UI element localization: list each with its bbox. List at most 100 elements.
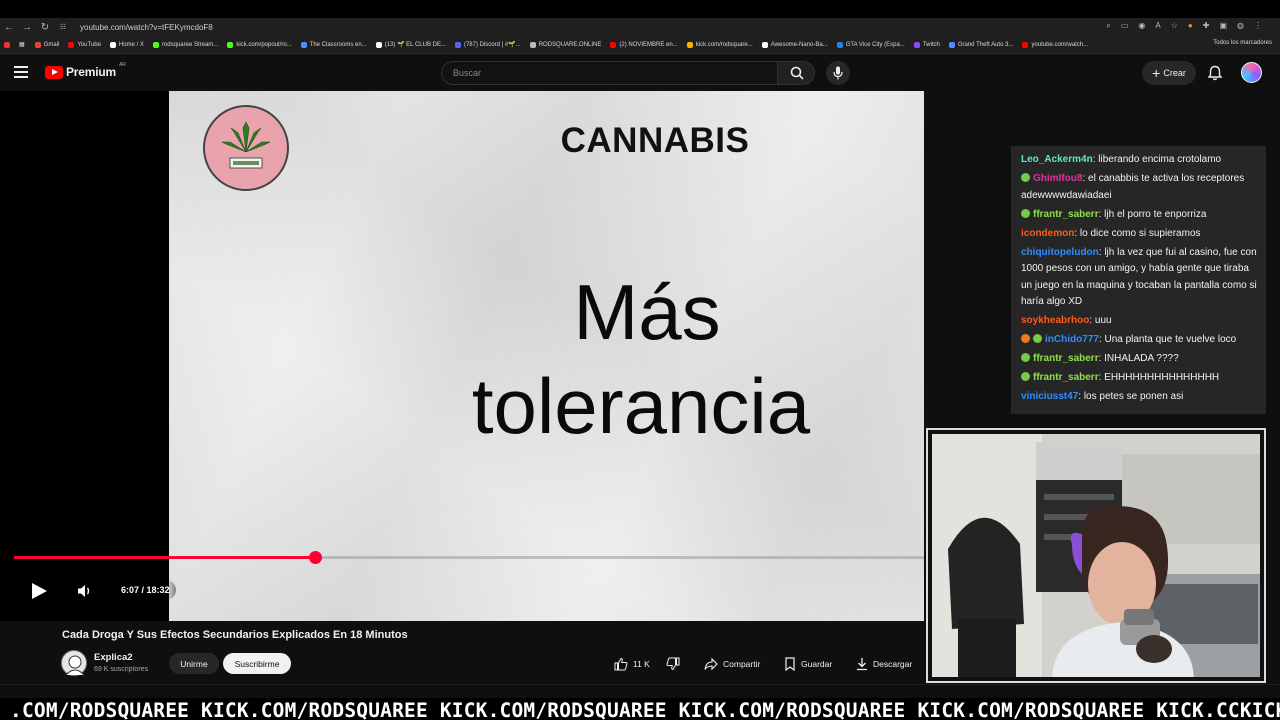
chat-badge-icon [1021,208,1030,218]
chat-text: uuu [1094,315,1112,326]
play-icon[interactable] [30,582,48,600]
reload-icon[interactable]: ↻ [36,18,54,36]
slide-text-line-2: tolerancia [471,362,811,450]
chat-message: ffrantr_saberr: EHHHHHHHHHHHHHHH [1021,370,1258,387]
forward-icon[interactable]: → [18,18,36,36]
all-bookmarks[interactable]: Todos los marcadores [1213,40,1272,46]
bookmark-label: Twitch [922,41,940,48]
search-icon [790,66,804,80]
download-label: Descargar [873,658,913,669]
bookmark-label: (13) 🌱 EL CLUB DE... [384,42,446,48]
progress-fill [14,556,316,559]
bookmark-item[interactable]: (13) 🌱 EL CLUB DE... [375,41,446,48]
browser-toolbar: ← → ↻ ☷ youtube.com/watch?v=tFEKymcdoF8 … [0,18,1280,36]
bookmark-icon [785,656,795,671]
bookmark-favicon-icon [227,41,234,48]
profile-icon[interactable]: ◍ [1237,21,1244,31]
bookmark-item[interactable]: The Classrooms en... [300,41,367,48]
bookmark-favicon-icon [300,41,307,48]
bookmark-item[interactable]: GTA Vice City (Espa... [836,41,905,48]
chat-username: viniciusst47 [1021,391,1079,402]
bookmark-item[interactable]: Twitch [913,41,940,48]
bookmark-item[interactable]: (787) Discord | #🌱... [454,41,521,48]
bookmark-label: Grand Theft Auto 3... [957,41,1014,48]
volume-icon[interactable] [77,583,93,599]
subscribe-button[interactable]: Suscribirme [223,653,291,674]
join-button[interactable]: Unirme [169,653,219,674]
bookmark-item[interactable]: Awesome-Nano-Ba... [761,41,828,48]
dislike-button[interactable] [666,653,680,674]
bookmark-item[interactable]: (2) NOVIEMBRE en... [610,41,678,48]
bookmark-item[interactable]: rodsquaree Stream... [152,41,219,48]
channel-name[interactable]: Explica2 [94,652,133,663]
apps-icon[interactable] [4,41,13,48]
webcam-feed [932,434,1260,677]
chat-text: ljh el porro te enporriza [1104,208,1207,220]
bookmark-label: rodsquaree Stream... [161,41,219,48]
channel-avatar[interactable] [61,650,87,676]
apps-grid-icon[interactable]: ▦ [19,41,25,48]
bookmark-item[interactable]: kick.com/rodsquare... [686,41,753,48]
download-button[interactable]: Descargar [856,653,913,674]
chat-badge-icon [1021,173,1030,182]
plus-icon: + [1152,65,1161,81]
bookmark-item[interactable]: Home / X [109,41,144,48]
voice-search-button[interactable] [826,61,850,85]
bookmark-favicon-icon [948,41,955,48]
subscriber-count: 69 K suscriptores [94,666,149,673]
bookmark-item[interactable]: RODSQUARE.ONLINE [529,41,602,48]
user-avatar[interactable] [1241,62,1262,83]
create-button[interactable]: + Crear [1142,61,1196,85]
save-label: Guardar [801,658,833,669]
puzzle-icon[interactable]: ✚ [1203,21,1210,31]
chat-message: soykheabrhoo: uuu [1021,313,1258,330]
bookmark-item[interactable]: kick.com/popout/ro... [227,41,292,48]
sidebar-icon[interactable]: ▣ [1219,21,1227,31]
hamburger-menu-icon[interactable] [14,66,28,78]
chat-username: ffrantr_saberr [1033,353,1099,364]
chat-message: GhimIfou8: el canabbis te activa los rec… [1021,171,1258,204]
bookmark-label: Gmail [43,41,60,48]
bookmark-item[interactable]: Grand Theft Auto 3... [948,41,1014,48]
translate-icon[interactable]: A [1155,21,1160,31]
eye-icon[interactable]: ◉ [1138,21,1145,31]
bookmark-favicon-icon [68,41,75,48]
divider [0,684,1280,685]
zoom-icon[interactable]: ⌕ [1106,21,1110,31]
share-icon [704,657,718,670]
mic-icon [833,66,843,80]
like-button[interactable]: 11 K [614,653,650,674]
bookmark-item[interactable]: YouTube [68,41,101,48]
menu-icon[interactable]: ⋮ [1254,21,1262,31]
chat-message: ffrantr_saberr: INHALADA ???? [1021,351,1258,368]
bookmark-label: RODSQUARE.ONLINE [538,41,602,48]
chat-text: lo dice como si supieramos [1079,227,1201,239]
save-button[interactable]: Guardar [784,653,833,674]
chat-text: EHHHHHHHHHHHHHHH [1104,372,1220,383]
bookmark-item[interactable]: youtube.com/watch... [1022,41,1088,48]
site-info-icon[interactable]: ☷ [54,18,72,36]
search-input[interactable]: Buscar [441,61,778,85]
progress-bar[interactable] [14,551,924,564]
cast-icon[interactable]: ▭ [1121,21,1129,31]
share-button[interactable]: Compartir [704,653,761,674]
search-button[interactable] [777,61,815,85]
chat-text: liberando encima crotolamo [1098,154,1222,165]
bookmark-label: GTA Vice City (Espa... [845,41,905,48]
extension-icon[interactable]: ● [1188,21,1193,31]
video-player[interactable]: CANNABIS Más tolerancia 6:07 / 18:32 [0,91,924,621]
chat-username: icondemon [1021,227,1075,239]
youtube-premium-logo[interactable]: Premium AR [45,62,126,79]
bookmark-favicon-icon [152,41,159,48]
notifications-bell-icon[interactable] [1206,64,1224,82]
bookmark-item[interactable]: Gmail [34,41,60,48]
chat-text: INHALADA ???? [1104,353,1179,364]
search-placeholder: Buscar [453,68,482,78]
address-bar[interactable]: youtube.com/watch?v=tFEKymcdoF8 [80,23,213,32]
bookmark-favicon-icon [686,41,693,48]
webcam-overlay [926,428,1266,683]
bookmark-favicon-icon [836,41,843,48]
star-icon[interactable]: ☆ [1171,21,1178,31]
bookmark-favicon-icon [761,41,768,48]
back-icon[interactable]: ← [0,18,18,36]
